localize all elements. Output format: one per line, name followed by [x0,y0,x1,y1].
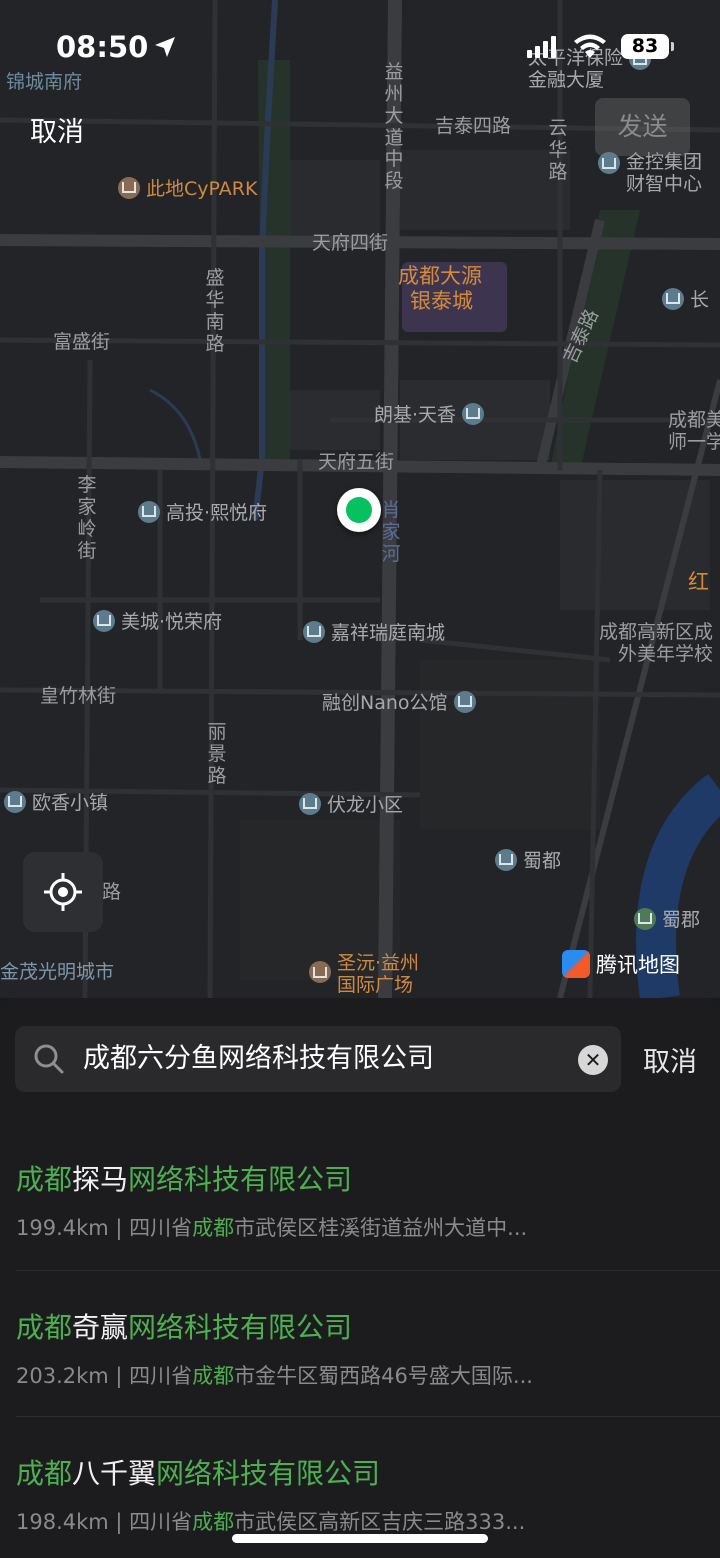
poi-jiaxiang[interactable]: 嘉祥瑞庭南城 [303,618,445,645]
location-arrow-icon [155,37,175,57]
poi-zhang[interactable]: 长 [662,285,709,312]
building-pin-icon [495,848,517,871]
poi-chengdu-mei[interactable]: 成都美 师一学 [668,409,720,454]
locate-button[interactable] [23,852,103,932]
road-label: 丽景路 [207,721,227,787]
signal-icon [527,36,556,58]
send-button[interactable]: 发送 [595,98,690,156]
result-title: 成都八千翼网络科技有限公司 [16,1457,381,1490]
tencent-map-logo [562,950,590,978]
building-pin-icon [4,790,26,813]
road-label: 天府五街 [318,451,395,473]
road-label: 富盛街 [53,331,111,353]
search-icon [34,1044,64,1074]
result-address: 203.2km | 四川省成都市金牛区蜀西路46号盛大国际... [16,1364,533,1388]
building-pin-icon [453,690,476,713]
poi-meicheng[interactable]: 美城·悦荣府 [93,607,222,634]
clear-icon[interactable]: ✕ [578,1045,608,1075]
poi-langji[interactable]: 朗基·天香 [374,400,485,427]
poi-ouxiang[interactable]: 欧香小镇 [4,788,108,815]
poi-dayuan-yintai[interactable]: 成都大源 银泰城 [398,264,482,314]
result-title: 成都奇赢网络科技有限公司 [16,1311,353,1344]
result-address: 198.4km | 四川省成都市武侯区高新区吉庆三路333... [16,1510,526,1534]
building-pin-icon [138,500,160,523]
result-item[interactable]: 成都八千翼网络科技有限公司 198.4km | 四川省成都市武侯区高新区吉庆三路… [16,1452,706,1536]
building-pin-icon [303,620,325,643]
road-label: 盛华南路 [205,267,225,355]
result-title: 成都探马网络科技有限公司 [16,1163,353,1196]
top-cancel-button[interactable]: 取消 [30,110,84,149]
park-pin-icon [634,907,656,930]
result-item[interactable]: 成都探马网络科技有限公司 199.4km | 四川省成都市武侯区桂溪街道益州大道… [16,1158,706,1242]
poi-cypark[interactable]: 此地CyPARK [118,174,257,201]
building-pin-icon [93,609,115,632]
divider [16,1416,720,1417]
map-attribution: 腾讯地图 [562,949,680,979]
status-time: 08:50 [56,30,149,64]
poi-gaotou[interactable]: 高投·熙悦府 [138,498,267,525]
building-pin-icon [662,287,684,310]
road-label: 天府四街 [312,232,389,254]
poi-shudu-park[interactable]: 蜀郡 [634,905,700,932]
poi-jinmao[interactable]: 金茂光明城市 [0,961,114,984]
road-label: 皇竹林街 [40,685,117,707]
result-address: 199.4km | 四川省成都市武侯区桂溪街道益州大道中... [16,1216,528,1240]
poi-shengyuan[interactable]: 圣沅·益州 国际广场 [309,952,419,997]
search-box[interactable]: 成都六分鱼网络科技有限公司 ✕ [15,1026,621,1092]
road-label: 吉泰四路 [435,115,512,137]
poi-hong[interactable]: 红 [688,570,709,594]
search-sheet: 成都六分鱼网络科技有限公司 ✕ 取消 成都探马网络科技有限公司 199.4km … [0,998,720,1558]
poi-jinkong[interactable]: 金控集团 财智中心 [598,151,702,196]
river-label: 肖家河 [381,499,401,565]
search-input[interactable]: 成都六分鱼网络科技有限公司 [83,1026,434,1092]
road-label: 路 [102,881,122,903]
poi-gaoxin-school[interactable]: 成都高新区成 外美年学校 [596,621,713,666]
result-item[interactable]: 成都奇赢网络科技有限公司 203.2km | 四川省成都市金牛区蜀西路46号盛大… [16,1306,706,1390]
shop-pin-icon [309,961,331,983]
search-cancel-button[interactable]: 取消 [643,1040,697,1079]
divider [16,1270,720,1271]
road-label: 云华路 [548,117,568,183]
shop-pin-icon [118,176,140,199]
wifi-icon [574,34,606,58]
locate-icon [44,873,82,911]
building-pin-icon [462,402,485,425]
home-indicator[interactable] [232,1534,488,1543]
poi-shudu[interactable]: 蜀都 [495,846,561,873]
poi-fulong[interactable]: 伏龙小区 [299,790,403,817]
battery-icon: 83 [621,34,674,59]
status-bar: 08:50 83 [0,0,720,96]
road-label: 李家岭街 [77,474,97,562]
building-pin-icon [299,792,321,815]
current-location-marker [337,488,381,532]
poi-rongchuang[interactable]: 融创Nano公馆 [322,688,476,715]
